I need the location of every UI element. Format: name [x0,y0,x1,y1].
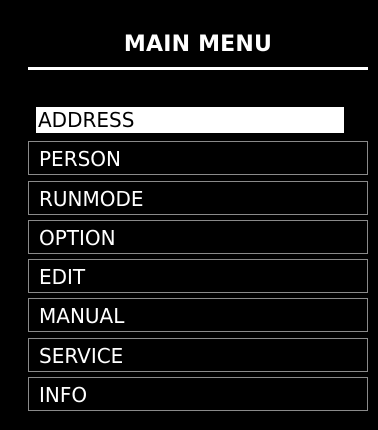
main-menu-list: ADDRESS PERSON RUNMODE OPTION EDIT MANUA… [28,102,368,416]
menu-item-label: INFO [39,383,88,408]
title-divider [28,67,368,70]
menu-item-info[interactable]: INFO [28,377,368,412]
menu-item-person[interactable]: PERSON [28,141,368,176]
main-menu-screen: MAIN MENU ADDRESS PERSON RUNMODE OPTION … [0,0,378,430]
menu-item-label: SERVICE [39,343,124,368]
menu-item-runmode[interactable]: RUNMODE [28,180,368,215]
menu-item-option[interactable]: OPTION [28,219,368,254]
menu-item-address[interactable]: ADDRESS [28,102,368,136]
menu-item-manual[interactable]: MANUAL [28,298,368,333]
menu-item-label: MANUAL [39,304,125,329]
menu-item-label: ADDRESS [38,108,135,132]
menu-item-label: RUNMODE [39,186,144,211]
page-title: MAIN MENU [123,32,273,57]
menu-item-label: PERSON [39,147,121,172]
menu-item-edit[interactable]: EDIT [28,259,368,294]
menu-item-service[interactable]: SERVICE [28,337,368,372]
menu-item-label: EDIT [39,265,86,290]
menu-item-label: OPTION [39,225,116,250]
